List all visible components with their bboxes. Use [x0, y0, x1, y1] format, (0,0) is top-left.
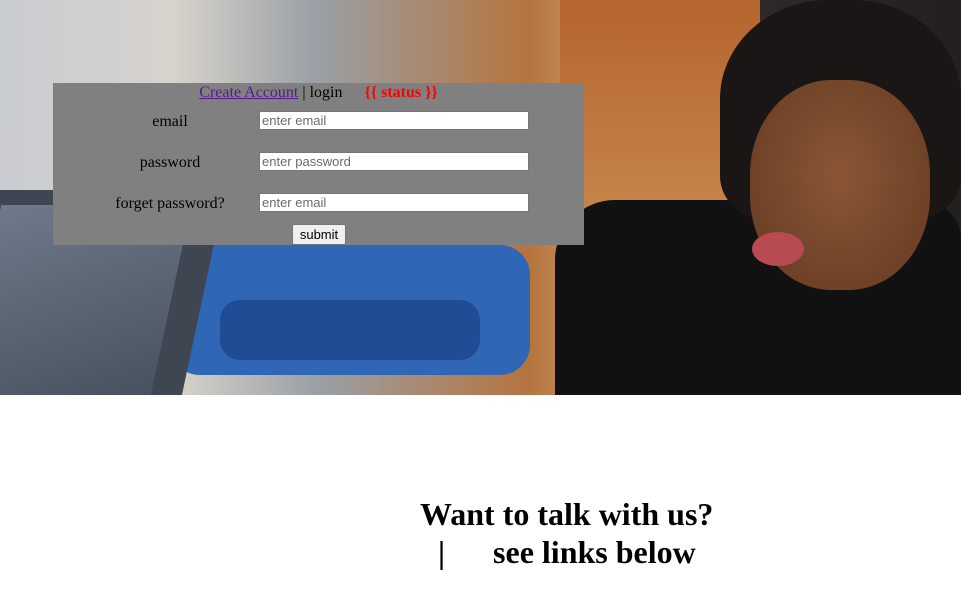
password-field[interactable]	[259, 152, 529, 171]
create-account-link[interactable]: Create Account	[199, 84, 298, 101]
contact-separator: |	[438, 534, 446, 570]
forgot-password-row: forget password?	[53, 193, 584, 215]
auth-nav: Create Account | login {{ status }}	[53, 83, 584, 103]
nav-separator: |	[302, 84, 306, 101]
email-field[interactable]	[259, 111, 529, 130]
contact-subheading: see links below	[493, 534, 696, 570]
hero-chair-seat	[220, 300, 480, 360]
hero-person-lips	[752, 232, 804, 266]
email-label: email	[152, 113, 188, 130]
login-label[interactable]: login	[310, 84, 343, 101]
forgot-password-email-field[interactable]	[259, 193, 529, 212]
submit-button[interactable]: submit	[292, 224, 346, 245]
contact-subheading-row: | see links below	[438, 533, 696, 571]
password-label: password	[139, 154, 201, 171]
password-row: password	[53, 152, 584, 174]
forgot-password-label: forget password?	[115, 195, 225, 212]
contact-heading: Want to talk with us?	[420, 496, 714, 532]
status-text: {{ status }}	[364, 84, 438, 101]
login-panel: Create Account | login {{ status }} emai…	[53, 83, 584, 245]
email-row: email	[53, 111, 584, 133]
